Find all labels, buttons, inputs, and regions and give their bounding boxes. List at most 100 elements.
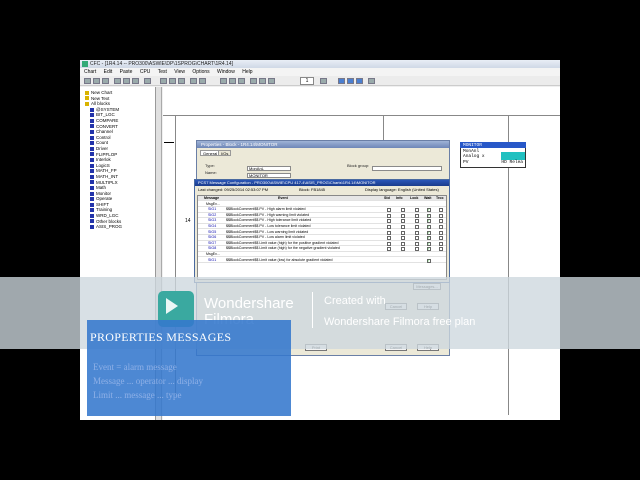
- lock-checkbox[interactable]: [415, 236, 419, 241]
- info-checkbox[interactable]: [401, 241, 405, 246]
- std-checkbox[interactable]: [387, 241, 391, 246]
- tree-item-label: CONVERT: [96, 123, 118, 129]
- table-row[interactable]: SIG4 $$BlockComment$$ PV - Low tolerance …: [198, 224, 446, 229]
- test-mode-icon[interactable]: [178, 78, 185, 84]
- tree-item[interactable]: ASIS_PROG: [80, 224, 155, 230]
- menu-chart[interactable]: Chart: [84, 69, 96, 75]
- table-row[interactable]: SIG1 $$BlockComment$$ PV - High alarm lim…: [198, 207, 446, 213]
- block-monitor[interactable]: MONITOR MonAnl Analog x PV HD Relea: [460, 142, 526, 168]
- last-changed: Last changed: 09/25/2014 02:53:07 PM: [198, 187, 269, 192]
- std-checkbox[interactable]: [387, 219, 391, 224]
- zoom-out-icon[interactable]: [229, 78, 236, 84]
- std-checkbox[interactable]: [387, 247, 391, 252]
- troc-checkbox[interactable]: [439, 225, 443, 229]
- grid-group-row[interactable]: MsgEv...: [198, 202, 446, 207]
- sheet-view-icon[interactable]: [250, 78, 257, 84]
- info-checkbox[interactable]: [401, 219, 405, 224]
- table-row[interactable]: SIG3 $$BlockComment$$ PV - High tolerance…: [198, 218, 446, 224]
- info-checkbox[interactable]: [401, 208, 405, 213]
- menu-paste[interactable]: Paste: [120, 69, 133, 75]
- window-tile-icon[interactable]: [347, 78, 354, 84]
- lock-checkbox[interactable]: [415, 230, 419, 235]
- block-group-field[interactable]: [372, 166, 442, 171]
- lock-checkbox[interactable]: [415, 225, 419, 229]
- tab-ios[interactable]: I/Os: [218, 150, 232, 156]
- menu-help[interactable]: Help: [242, 69, 252, 75]
- wait-checkbox[interactable]: [427, 224, 431, 229]
- zoom-field[interactable]: 1: [300, 77, 314, 85]
- zoom-in-icon[interactable]: [220, 78, 227, 84]
- compile-icon[interactable]: [160, 78, 167, 84]
- delete-icon[interactable]: [144, 78, 151, 84]
- overview-icon[interactable]: [238, 78, 245, 84]
- column-header: Lock: [410, 196, 419, 200]
- download-icon[interactable]: [169, 78, 176, 84]
- troc-checkbox[interactable]: [439, 230, 443, 235]
- std-checkbox[interactable]: [387, 213, 391, 218]
- open-icon[interactable]: [93, 78, 100, 84]
- menu-cpu[interactable]: CPU: [140, 69, 151, 75]
- menu-options[interactable]: Options: [192, 69, 209, 75]
- cut-icon[interactable]: [114, 78, 121, 84]
- troc-checkbox[interactable]: [439, 219, 443, 224]
- next-sheet-icon[interactable]: [268, 78, 275, 84]
- table-row[interactable]: SIG5 $$BlockComment$$ PV - Low warning li…: [198, 230, 446, 235]
- library-icon: [90, 185, 94, 190]
- lock-checkbox[interactable]: [415, 247, 419, 252]
- new-icon[interactable]: [84, 78, 91, 84]
- save-icon[interactable]: [102, 78, 109, 84]
- table-row[interactable]: SIG8 $$BlockComment$$ Limit value (high) …: [198, 246, 446, 252]
- table-row[interactable]: SIG7 $$BlockComment$$ Limit value (high) …: [198, 241, 446, 246]
- troc-checkbox[interactable]: [439, 247, 443, 252]
- info-checkbox[interactable]: [401, 213, 405, 218]
- wait-checkbox[interactable]: [427, 218, 431, 224]
- paste-icon[interactable]: [132, 78, 139, 84]
- info-checkbox[interactable]: [401, 230, 405, 235]
- caption-line: Limit ... message ... type: [93, 390, 182, 400]
- column-header: Wait: [424, 196, 432, 200]
- troc-checkbox[interactable]: [439, 208, 443, 213]
- window-cascade-icon[interactable]: [338, 78, 345, 84]
- wait-checkbox[interactable]: [427, 230, 431, 235]
- std-checkbox[interactable]: [387, 225, 391, 229]
- table-row[interactable]: SIG1 $$BlockComment$$ Limit value (low) f…: [198, 258, 446, 263]
- tree-item-label: @SYSTEM: [96, 106, 120, 112]
- wait-checkbox[interactable]: [427, 235, 431, 241]
- lock-checkbox[interactable]: [415, 241, 419, 246]
- library-icon: [90, 169, 94, 174]
- grid-header-row[interactable]: Message Event Std Info Lock Wait Troc: [198, 196, 446, 202]
- troc-checkbox[interactable]: [439, 236, 443, 241]
- menu-edit[interactable]: Edit: [104, 69, 113, 75]
- table-row[interactable]: SIG2 $$BlockComment$$ PV - High warning l…: [198, 213, 446, 218]
- std-checkbox[interactable]: [387, 208, 391, 213]
- window-arrange-icon[interactable]: [356, 78, 363, 84]
- info-checkbox[interactable]: [401, 225, 405, 229]
- wait-checkbox[interactable]: [427, 207, 431, 213]
- catalog-icon[interactable]: [199, 78, 206, 84]
- previous-sheet-icon[interactable]: [259, 78, 266, 84]
- wait-checkbox[interactable]: [427, 258, 431, 263]
- info-checkbox[interactable]: [401, 236, 405, 241]
- std-checkbox[interactable]: [387, 236, 391, 241]
- lock-checkbox[interactable]: [415, 208, 419, 213]
- copy-icon[interactable]: [123, 78, 130, 84]
- grid-group-row[interactable]: MsgEv...: [198, 252, 446, 258]
- lock-checkbox[interactable]: [415, 213, 419, 218]
- wait-checkbox[interactable]: [427, 246, 431, 252]
- troc-checkbox[interactable]: [439, 241, 443, 246]
- help-icon[interactable]: [368, 78, 375, 84]
- connect-icon[interactable]: [190, 78, 197, 84]
- menu-view[interactable]: View: [174, 69, 185, 75]
- troc-checkbox[interactable]: [439, 213, 443, 218]
- menu-window[interactable]: Window: [217, 69, 235, 75]
- table-row[interactable]: SIG6 $$BlockComment$$ PV - Low alarm limi…: [198, 235, 446, 241]
- wait-checkbox[interactable]: [427, 213, 431, 218]
- name-field[interactable]: MONITOR: [247, 173, 291, 178]
- info-checkbox[interactable]: [401, 247, 405, 252]
- display-language[interactable]: Display language: English (United States…: [365, 186, 439, 193]
- menu-test[interactable]: Test: [158, 69, 167, 75]
- std-checkbox[interactable]: [387, 230, 391, 235]
- wait-checkbox[interactable]: [427, 241, 431, 246]
- lock-checkbox[interactable]: [415, 219, 419, 224]
- print-icon[interactable]: [320, 78, 327, 84]
